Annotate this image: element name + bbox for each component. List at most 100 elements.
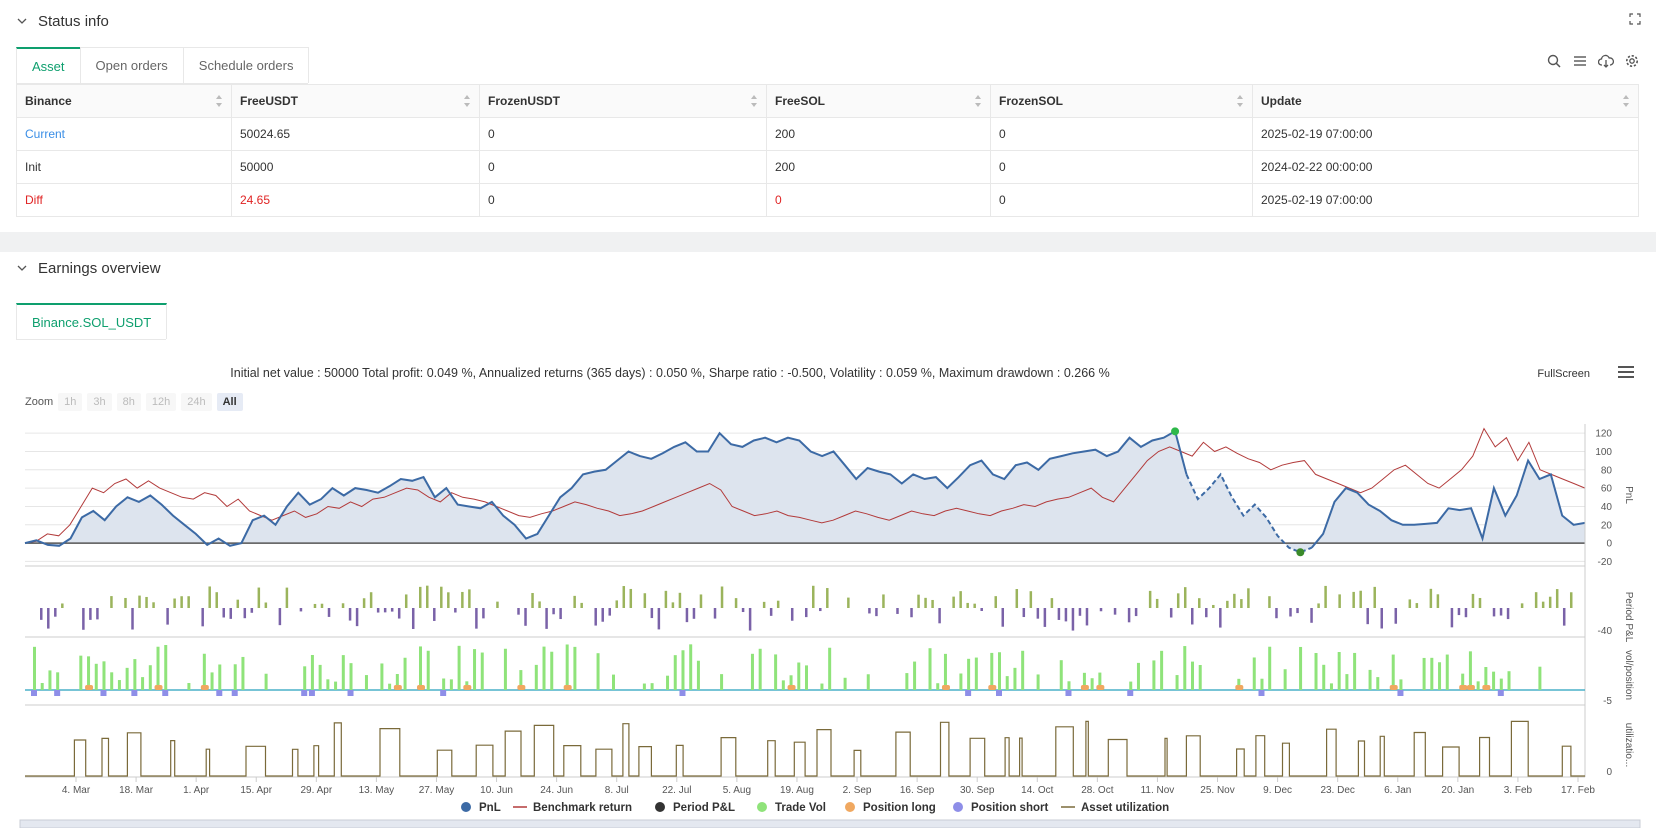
trade-vol-bar	[40, 683, 44, 690]
trade-vol-bar	[1021, 650, 1025, 690]
position-short-bar	[308, 690, 315, 696]
y-tick-label: 40	[1601, 502, 1613, 513]
period-bar	[1071, 608, 1075, 631]
period-bar	[1022, 608, 1026, 618]
earnings-chart[interactable]: 120 100 80 60 40 20 0 -20 PnL -40 Period P&L -5 vol/…	[0, 0, 1656, 828]
period-bar	[1268, 596, 1271, 608]
trade-vol-bar	[125, 667, 129, 690]
period-bar	[1492, 608, 1496, 617]
trade-vol-bar	[364, 675, 368, 690]
period-bar	[257, 587, 261, 608]
trade-vol-bar	[1129, 681, 1133, 690]
period-bar	[699, 594, 703, 608]
period-bar	[573, 595, 576, 608]
y-tick-label: 0	[1606, 767, 1612, 778]
position-short-bar	[162, 690, 169, 696]
trade-vol-bar	[990, 652, 994, 690]
period-bar	[931, 599, 934, 608]
trade-vol-bar	[241, 656, 245, 690]
period-bar	[538, 601, 541, 608]
position-long-bar	[463, 685, 472, 690]
period-bar	[643, 593, 647, 608]
period-bar	[790, 608, 794, 621]
legend-item: Trade Vol	[775, 802, 826, 814]
y-axis-label: utilizatio...	[1623, 723, 1634, 767]
period-bar	[1338, 594, 1341, 608]
position-short-bar	[1497, 690, 1504, 696]
trade-vol-bar	[797, 662, 801, 690]
period-bar	[1478, 597, 1482, 608]
period-bar	[1548, 596, 1552, 608]
y-tick-label: 20	[1601, 520, 1613, 531]
period-bar	[1198, 598, 1201, 608]
period-bar	[1380, 608, 1383, 629]
period-bar	[278, 608, 282, 626]
trade-vol-bar	[1492, 671, 1496, 690]
period-bar	[1373, 586, 1376, 608]
trade-vol-bar	[974, 657, 978, 690]
period-bar	[769, 608, 773, 616]
period-bar	[1176, 593, 1180, 608]
period-bar	[517, 608, 520, 615]
trade-vol-bar	[480, 652, 484, 690]
period-bar	[447, 592, 450, 608]
period-bar	[1457, 608, 1461, 616]
trade-vol-bar	[1438, 662, 1442, 690]
period-bar	[243, 608, 247, 619]
trade-vol-bar	[110, 672, 114, 690]
period-bar	[924, 597, 927, 608]
period-bar	[959, 591, 962, 608]
x-tick-label: 20. Jan	[1441, 785, 1474, 796]
period-bar	[166, 608, 169, 625]
trade-vol-bar	[666, 675, 670, 690]
period-bar	[208, 586, 211, 608]
trade-vol-bar	[56, 672, 60, 690]
trade-vol-bar	[642, 683, 646, 690]
trade-vol-bar	[1090, 678, 1094, 690]
period-bar	[433, 608, 436, 621]
period-bar	[40, 608, 43, 620]
trade-vol-bar	[141, 677, 145, 690]
period-bar	[938, 608, 941, 624]
trade-vol-bar	[426, 650, 430, 690]
y-tick-label: 100	[1595, 447, 1612, 458]
period-bar	[678, 592, 682, 608]
trade-vol-bar	[1507, 671, 1511, 690]
trade-vol-bar	[689, 644, 693, 690]
period-bar	[1499, 608, 1503, 616]
trade-vol-bar	[534, 664, 538, 690]
legend-item: Benchmark return	[533, 802, 632, 814]
trade-vol-bar	[334, 681, 338, 690]
trade-vol-bar	[156, 646, 160, 690]
period-bar	[973, 603, 976, 608]
period-bar	[1015, 589, 1019, 608]
period-bar	[580, 602, 583, 608]
period-bar	[1240, 599, 1243, 608]
legend-item: Period P&L	[673, 802, 735, 814]
position-long-bar	[200, 685, 209, 690]
period-bar	[601, 608, 604, 622]
period-bar	[868, 608, 871, 614]
x-tick-label: 29. Apr	[300, 785, 332, 796]
x-tick-label: 10. Jun	[480, 785, 513, 796]
legend-item: Position short	[971, 802, 1048, 814]
position-short-bar	[965, 690, 972, 696]
period-bar	[615, 600, 619, 608]
period-bar	[1212, 604, 1215, 608]
trade-vol-bar	[1399, 679, 1403, 690]
trade-vol-bar	[187, 683, 191, 690]
period-bar	[559, 608, 562, 620]
legend-symbol	[953, 802, 963, 812]
trade-vol-bar	[959, 673, 963, 690]
y-axis-label: vol/position	[1623, 650, 1634, 700]
position-short-bar	[1397, 690, 1404, 696]
trade-vol-bar	[913, 661, 917, 690]
trade-vol-bar	[1499, 678, 1503, 690]
period-bar	[355, 608, 359, 627]
period-bar	[875, 608, 878, 617]
period-bar	[222, 608, 225, 618]
period-bar	[236, 599, 240, 608]
period-bar	[847, 597, 850, 608]
period-bar	[404, 594, 408, 608]
period-bar	[348, 608, 352, 621]
